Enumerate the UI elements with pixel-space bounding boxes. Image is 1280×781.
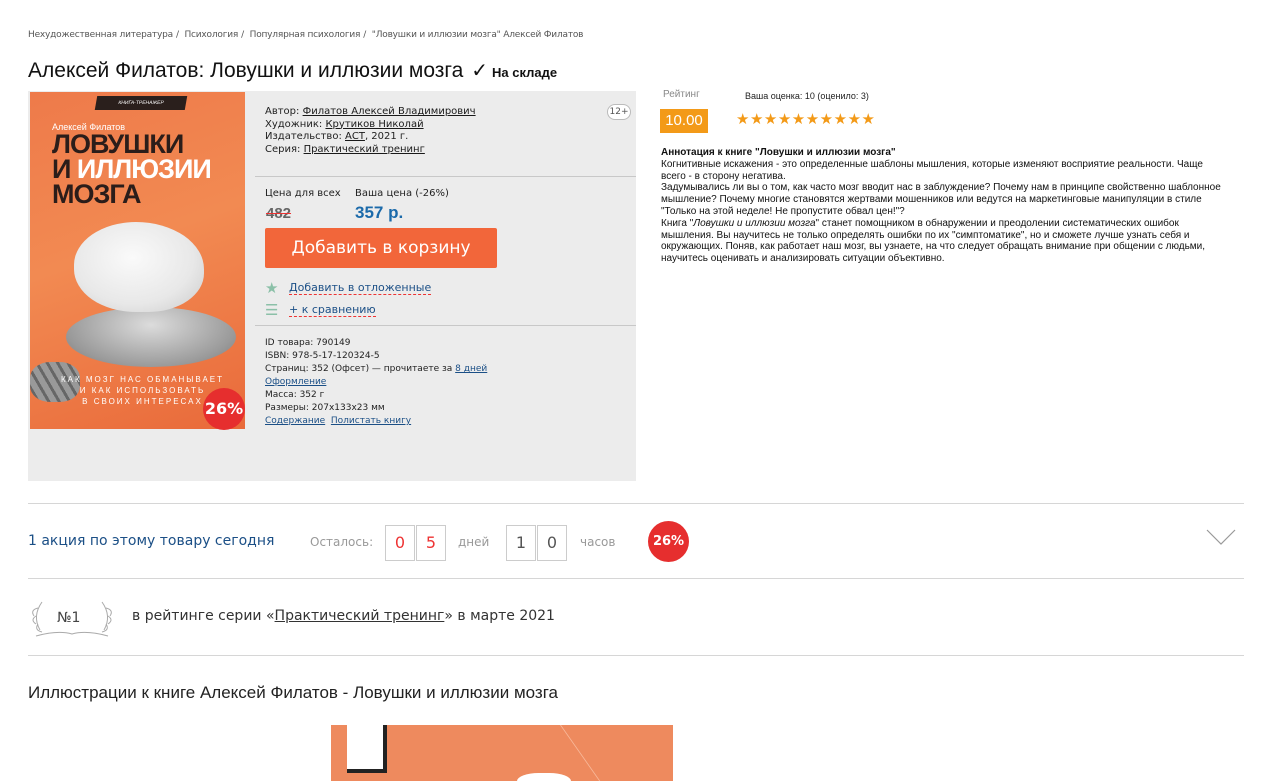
annotation-paragraph: Задумывались ли вы о том, как часто мозг… (661, 182, 1221, 217)
artist-link[interactable]: Крутиков Николай (325, 119, 423, 130)
rating-stars[interactable]: ★★★★★★★★★★ (736, 110, 875, 128)
book-details: ID товара: 790149 ISBN: 978-5-17-120324-… (265, 337, 487, 428)
rank-text: в рейтинге серии «Практический тренинг» … (132, 608, 555, 624)
book-cover[interactable]: КНИГА-ТРЕНАЖЕР Алексей Филатов ЛОВУШКИ И… (30, 92, 245, 429)
author-link[interactable]: Филатов Алексей Владимирович (303, 106, 476, 117)
pages: Страниц: 352 (Офсет) — прочитаете за (265, 364, 456, 374)
series-link[interactable]: Практический тренинг (304, 144, 425, 155)
publish-year: , 2021 г. (364, 131, 409, 142)
cover-title-line: МОЗГА (52, 179, 142, 209)
compare-link[interactable]: + к сравнению (289, 303, 376, 317)
countdown-digit: 5 (416, 525, 446, 561)
page-title: Алексей Филатов: Ловушки и иллюзии мозга… (28, 58, 557, 83)
browse-book-link[interactable]: Полистать книгу (331, 416, 411, 426)
rank-text-before: в рейтинге серии « (132, 608, 275, 624)
promo-link[interactable]: 1 акция по этому товару сегодня (28, 533, 274, 549)
annotation-paragraph: Книга "Ловушки и иллюзии мозга" станет п… (661, 218, 1226, 265)
cover-title: ЛОВУШКИ И ИЛЛЮЗИИ МОЗГА (52, 131, 212, 209)
list-icon: ☰ (265, 301, 279, 319)
publisher-link[interactable]: АСТ (345, 131, 365, 142)
hours-label: часов (580, 535, 616, 549)
illustration-shape (347, 725, 387, 773)
star-icon: ★ (265, 279, 279, 297)
illustration-line (559, 725, 673, 781)
days-label: дней (458, 535, 490, 549)
breadcrumb: Нехудожественная литература / Психология /… (28, 30, 584, 40)
dimensions: Размеры: 207x133x23 мм (265, 403, 385, 413)
contents-link[interactable]: Содержание (265, 416, 325, 426)
promo-discount-badge: 26% (648, 521, 689, 562)
rating-label: Рейтинг (663, 89, 700, 100)
illustrations-title: Иллюстрации к книге Алексей Филатов - Ло… (28, 683, 558, 702)
wishlist-action[interactable]: ★ Добавить в отложенные (265, 279, 432, 297)
price-all-label: Цена для всех (265, 188, 341, 199)
page-title-text: Алексей Филатов: Ловушки и иллюзии мозга (28, 59, 464, 82)
cover-brain-illustration (74, 222, 204, 312)
breadcrumb-current: "Ловушки и иллюзии мозга" Алексей Филато… (371, 30, 584, 40)
annotation-text: Книга " (661, 217, 694, 229)
illustration-shape (517, 773, 571, 781)
annotation-book-title: Ловушки и иллюзии мозга (693, 217, 816, 229)
breadcrumb-item[interactable]: Нехудожественная литература (28, 30, 173, 40)
compare-action[interactable]: ☰ + к сравнению (265, 301, 376, 319)
breadcrumb-item[interactable]: Психология (184, 30, 238, 40)
countdown-digit: 0 (385, 525, 415, 561)
series-label: Серия: (265, 143, 301, 155)
remain-label: Осталось: (310, 535, 374, 549)
breadcrumb-item[interactable]: Популярная психология (250, 30, 361, 40)
annotation-paragraph: Когнитивные искажения - это определенные… (661, 158, 1203, 182)
publisher-label: Издательство: (265, 131, 342, 142)
your-rating: Ваша оценка: 10 (оценило: 3) (745, 91, 869, 101)
old-price: 482 (266, 205, 292, 222)
read-time-link[interactable]: 8 дней (455, 364, 487, 374)
wishlist-link[interactable]: Добавить в отложенные (289, 281, 432, 295)
check-icon: ✓ (471, 60, 489, 82)
isbn: ISBN: 978-5-17-120324-5 (265, 351, 380, 361)
design-link[interactable]: Оформление (265, 376, 487, 389)
annotation: Аннотация к книге "Ловушки и иллюзии моз… (661, 147, 1226, 265)
divider (255, 176, 636, 177)
divider (28, 655, 1244, 656)
rank-text-after: » в марте 2021 (444, 608, 555, 624)
chevron-down-icon[interactable] (1206, 528, 1236, 546)
annotation-heading: Аннотация к книге "Ловушки и иллюзии моз… (661, 147, 896, 158)
divider (255, 325, 636, 326)
add-to-cart-button[interactable]: Добавить в корзину (265, 228, 497, 268)
new-price: 357 р. (355, 203, 404, 222)
artist-label: Художник: (265, 118, 323, 130)
author-label: Автор: (265, 106, 300, 117)
discount-badge: 26% (203, 388, 245, 430)
cover-tagline-line: КАК МОЗГ НАС ОБМАНЫВАЕТ (60, 375, 225, 384)
age-rating-badge: 12+ (607, 104, 631, 120)
price-your-label: Ваша цена (-26%) (355, 188, 449, 199)
divider (28, 503, 1244, 504)
product-id: ID товара: 790149 (265, 338, 351, 348)
countdown-digit: 1 (506, 525, 536, 561)
stock-status: На складе (492, 65, 558, 80)
mass: Масса: 352 г (265, 390, 325, 400)
illustration-image[interactable] (331, 725, 673, 781)
countdown-digit: 0 (537, 525, 567, 561)
rank-number: №1 (57, 610, 81, 626)
cover-trap-illustration (66, 307, 236, 367)
cover-series-label: КНИГА-ТРЕНАЖЕР (94, 96, 188, 110)
rating-value: 10.00 (660, 109, 708, 133)
rank-series-link[interactable]: Практический тренинг (275, 608, 445, 624)
divider (28, 578, 1244, 579)
book-info: Автор: Филатов Алексей Владимирович Худо… (265, 106, 476, 156)
